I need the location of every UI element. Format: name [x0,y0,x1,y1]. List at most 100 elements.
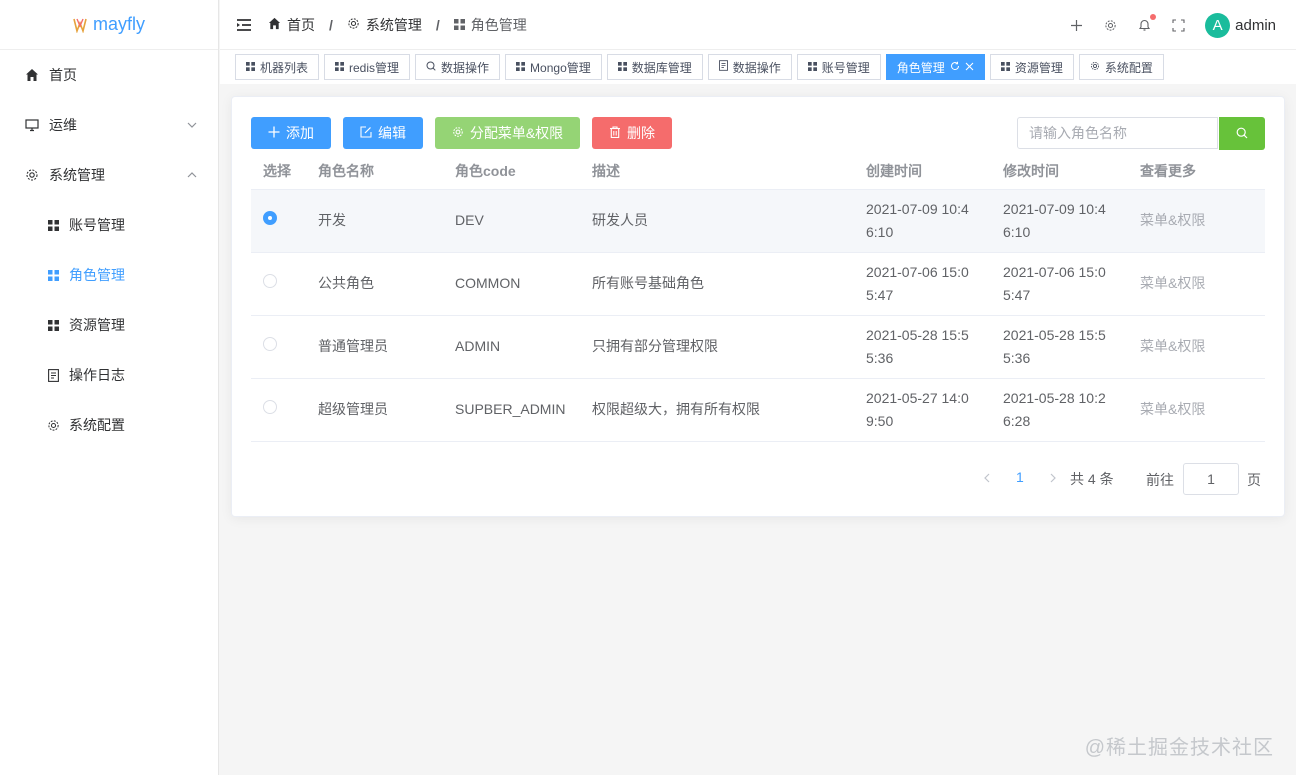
search-icon [1236,126,1248,142]
sidebar-item-label: 系统管理 [49,167,105,183]
gear-icon [46,419,60,432]
logo[interactable]: mayfly [0,0,218,50]
tag-label: 数据操作 [732,60,781,75]
page-number[interactable]: 1 [1016,469,1024,485]
role-name-cell: 普通管理员 [306,315,443,379]
prev-page-icon[interactable] [982,471,992,486]
fullscreen-icon[interactable] [1171,18,1185,32]
row-radio[interactable] [263,274,277,288]
user-menu[interactable]: A admin [1205,12,1276,38]
role-list-card: 添加 编辑 分配菜单&权限 删除 选择 角色名称 角色code 描述 创建时间 … [231,96,1285,517]
tag-data-ops[interactable]: 数据操作 [415,54,501,80]
table-row[interactable]: 超级管理员 SUPBER_ADMIN 权限超级大，拥有所有权限 2021-05-… [251,378,1265,442]
assign-permission-button[interactable]: 分配菜单&权限 [435,117,580,149]
app-name: mayfly [92,14,145,34]
grid-icon [617,60,627,74]
description-cell: 只拥有部分管理权限 [580,315,854,379]
row-radio[interactable] [263,337,277,351]
menu-fold-icon[interactable] [236,18,252,32]
tag-label: Mongo管理 [530,60,591,75]
settings-icon[interactable] [1103,18,1117,32]
breadcrumb-home[interactable]: 首页 [287,15,315,35]
tag-accounts[interactable]: 账号管理 [796,54,881,80]
column-header-name: 角色名称 [306,153,443,190]
grid-icon [1000,60,1010,74]
goto-page-input[interactable] [1183,463,1239,495]
watermark: @稀土掘金技术社区 [1084,737,1274,759]
table-row[interactable]: 公共角色 COMMON 所有账号基础角色 2021-07-06 15:05:47… [251,252,1265,316]
sidebar-item-roles[interactable]: 角色管理 [0,250,218,300]
role-code-cell: COMMON [443,252,580,316]
tag-mongo[interactable]: Mongo管理 [505,54,602,80]
logo-icon [73,17,87,33]
modified-time-cell: 2021-05-28 10:26:28 [991,378,1128,442]
delete-button[interactable]: 删除 [592,117,672,149]
tag-redis[interactable]: redis管理 [324,54,411,80]
tag-label: redis管理 [349,60,400,75]
sidebar-item-system[interactable]: 系统管理 [0,150,218,200]
sidebar-item-config[interactable]: 系统配置 [0,400,218,450]
column-header-select: 选择 [251,153,306,190]
home-icon [268,17,281,33]
menu-permission-link[interactable]: 菜单&权限 [1128,315,1265,379]
breadcrumb-system[interactable]: 系统管理 [366,15,422,35]
bell-icon[interactable] [1137,14,1157,32]
modified-time-cell: 2021-05-28 15:55:36 [991,315,1128,379]
description-cell: 所有账号基础角色 [580,252,854,316]
sidebar-item-resources[interactable]: 资源管理 [0,300,218,350]
tag-data-ops-2[interactable]: 数据操作 [707,54,792,80]
created-time-cell: 2021-05-27 14:09:50 [854,378,991,442]
tag-config[interactable]: 系统配置 [1078,54,1164,80]
tag-roles[interactable]: 角色管理 [885,54,985,80]
sidebar-item-logs[interactable]: 操作日志 [0,350,218,400]
table-row[interactable]: 开发 DEV 研发人员 2021-07-09 10:46:10 2021-07-… [251,189,1265,253]
created-time-cell: 2021-07-06 15:05:47 [854,252,991,316]
menu-permission-link[interactable]: 菜单&权限 [1128,189,1265,253]
grid-icon [516,60,526,74]
role-name-cell: 开发 [306,189,443,253]
chevron-down-icon [186,118,198,134]
trash-icon [609,125,621,141]
gear-icon [452,125,464,141]
next-page-icon[interactable] [1048,471,1058,486]
refresh-icon[interactable] [950,60,960,74]
modified-time-cell: 2021-07-06 15:05:47 [991,252,1128,316]
plus-icon[interactable] [1069,18,1083,32]
select-cell [251,252,306,316]
close-icon[interactable] [965,60,974,74]
table-row[interactable]: 普通管理员 ADMIN 只拥有部分管理权限 2021-05-28 15:55:3… [251,315,1265,379]
role-code-cell: DEV [443,189,580,253]
edit-button[interactable]: 编辑 [343,117,423,149]
role-name-cell: 公共角色 [306,252,443,316]
tag-machines[interactable]: 机器列表 [235,54,320,80]
search-button[interactable] [1219,117,1265,150]
gear-icon [347,17,360,33]
chevron-up-icon [186,168,198,184]
total-count: 共 4 条 [1070,471,1114,487]
role-name-search-input[interactable] [1017,117,1218,149]
sidebar-item-ops[interactable]: 运维 [0,100,218,150]
description-cell: 权限超级大，拥有所有权限 [580,378,854,442]
pagination: 1 共 4 条 前往 页 [232,463,1286,495]
tag-database[interactable]: 数据库管理 [606,54,703,80]
tag-label: 数据库管理 [631,60,692,75]
menu-permission-link[interactable]: 菜单&权限 [1128,378,1265,442]
sidebar-item-accounts[interactable]: 账号管理 [0,200,218,250]
column-header-modified: 修改时间 [991,153,1128,190]
row-radio[interactable] [263,211,277,225]
role-table: 选择 角色名称 角色code 描述 创建时间 修改时间 查看更多 开发 DEV … [251,153,1265,442]
breadcrumb-current: 角色管理 [470,16,527,33]
tag-resources[interactable]: 资源管理 [989,54,1074,80]
role-name-cell: 超级管理员 [306,378,443,442]
sidebar-item-home[interactable]: 首页 [0,50,218,100]
grid-icon [46,319,60,331]
role-code-cell: SUPBER_ADMIN [443,378,580,442]
assign-button-label: 分配菜单&权限 [469,125,564,141]
sidebar-item-label: 操作日志 [69,367,125,383]
add-button[interactable]: 添加 [251,117,331,149]
row-radio[interactable] [263,400,277,414]
breadcrumb-separator: / [329,16,333,33]
menu-permission-link[interactable]: 菜单&权限 [1128,252,1265,316]
breadcrumb-separator: / [435,16,440,33]
top-header: 首页 / 系统管理 / 角色管理 A admin [220,0,1296,50]
